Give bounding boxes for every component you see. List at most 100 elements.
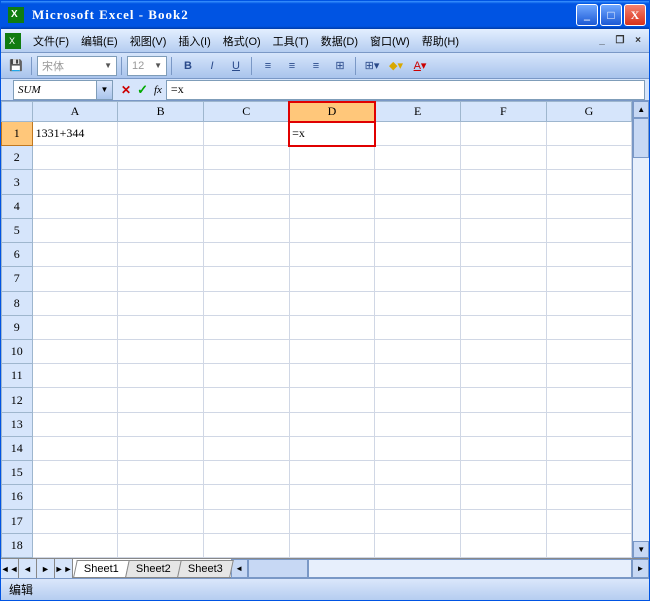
cell-C5[interactable] xyxy=(203,218,289,242)
cell-B15[interactable] xyxy=(118,461,204,485)
menu-help[interactable]: 帮助(H) xyxy=(416,30,465,52)
cell-C18[interactable] xyxy=(203,533,289,557)
col-header-B[interactable]: B xyxy=(118,102,204,122)
menu-format[interactable]: 格式(O) xyxy=(217,30,267,52)
scroll-thumb[interactable] xyxy=(633,118,649,158)
cell-B17[interactable] xyxy=(118,509,204,533)
cell-D13[interactable] xyxy=(289,412,375,436)
row-header-6[interactable]: 6 xyxy=(2,243,33,267)
row-header-9[interactable]: 9 xyxy=(2,315,33,339)
menu-data[interactable]: 数据(D) xyxy=(315,30,364,52)
row-header-16[interactable]: 16 xyxy=(2,485,33,509)
mdi-minimize[interactable]: _ xyxy=(595,34,609,48)
cell-D5[interactable] xyxy=(289,218,375,242)
col-header-D[interactable]: D xyxy=(289,102,375,122)
tab-nav-next[interactable]: ► xyxy=(37,559,55,578)
row-header-1[interactable]: 1 xyxy=(2,122,33,146)
cell-G6[interactable] xyxy=(546,243,632,267)
cell-C15[interactable] xyxy=(203,461,289,485)
cell-B16[interactable] xyxy=(118,485,204,509)
borders-icon[interactable]: ⊞▾ xyxy=(361,56,383,76)
cell-D11[interactable] xyxy=(289,364,375,388)
cell-A1[interactable]: 1331+344 xyxy=(32,122,118,146)
menu-insert[interactable]: 插入(I) xyxy=(172,30,216,52)
cell-C4[interactable] xyxy=(203,194,289,218)
cell-A15[interactable] xyxy=(32,461,118,485)
tab-sheet3[interactable]: Sheet3 xyxy=(177,560,233,577)
cell-B11[interactable] xyxy=(118,364,204,388)
row-header-4[interactable]: 4 xyxy=(2,194,33,218)
hscroll-thumb[interactable] xyxy=(248,559,308,578)
cell-E4[interactable] xyxy=(375,194,461,218)
cell-D7[interactable] xyxy=(289,267,375,291)
name-box[interactable]: SUM ▼ xyxy=(13,80,113,100)
tab-sheet2[interactable]: Sheet2 xyxy=(125,560,181,577)
cell-A2[interactable] xyxy=(32,146,118,170)
cell-E13[interactable] xyxy=(375,412,461,436)
formula-input[interactable]: =x xyxy=(166,80,645,100)
bold-button[interactable]: B xyxy=(177,56,199,76)
cell-A5[interactable] xyxy=(32,218,118,242)
cell-G15[interactable] xyxy=(546,461,632,485)
cell-B13[interactable] xyxy=(118,412,204,436)
cell-C1[interactable] xyxy=(203,122,289,146)
cell-F11[interactable] xyxy=(460,364,546,388)
cell-D15[interactable] xyxy=(289,461,375,485)
cell-A14[interactable] xyxy=(32,436,118,460)
document-icon[interactable] xyxy=(5,33,21,49)
save-icon[interactable]: 💾 xyxy=(5,56,27,76)
menu-tools[interactable]: 工具(T) xyxy=(267,30,315,52)
cell-G1[interactable] xyxy=(546,122,632,146)
font-select[interactable]: 宋体▼ xyxy=(37,56,117,76)
cell-C6[interactable] xyxy=(203,243,289,267)
cell-D8[interactable] xyxy=(289,291,375,315)
mdi-close[interactable]: × xyxy=(631,34,645,48)
cell-G3[interactable] xyxy=(546,170,632,194)
font-size-select[interactable]: 12▼ xyxy=(127,56,167,76)
cell-C12[interactable] xyxy=(203,388,289,412)
row-header-7[interactable]: 7 xyxy=(2,267,33,291)
cell-G14[interactable] xyxy=(546,436,632,460)
cell-C2[interactable] xyxy=(203,146,289,170)
cell-C17[interactable] xyxy=(203,509,289,533)
cell-D2[interactable] xyxy=(289,146,375,170)
cell-C11[interactable] xyxy=(203,364,289,388)
vertical-scrollbar[interactable]: ▲ ▼ xyxy=(632,101,649,558)
cell-E1[interactable] xyxy=(375,122,461,146)
cell-E2[interactable] xyxy=(375,146,461,170)
cell-A8[interactable] xyxy=(32,291,118,315)
cell-E3[interactable] xyxy=(375,170,461,194)
cell-B14[interactable] xyxy=(118,436,204,460)
tab-nav-last[interactable]: ►► xyxy=(55,559,73,578)
fill-color-icon[interactable]: ◆▾ xyxy=(385,56,407,76)
row-header-11[interactable]: 11 xyxy=(2,364,33,388)
cell-C13[interactable] xyxy=(203,412,289,436)
scroll-down-icon[interactable]: ▼ xyxy=(633,541,649,558)
cell-F15[interactable] xyxy=(460,461,546,485)
cell-B9[interactable] xyxy=(118,315,204,339)
menu-edit[interactable]: 编辑(E) xyxy=(75,30,124,52)
cell-D4[interactable] xyxy=(289,194,375,218)
tab-nav-prev[interactable]: ◄ xyxy=(19,559,37,578)
cell-C7[interactable] xyxy=(203,267,289,291)
row-header-18[interactable]: 18 xyxy=(2,533,33,557)
cell-A4[interactable] xyxy=(32,194,118,218)
merge-icon[interactable]: ⊞ xyxy=(329,56,351,76)
cell-F7[interactable] xyxy=(460,267,546,291)
cell-E7[interactable] xyxy=(375,267,461,291)
cell-B5[interactable] xyxy=(118,218,204,242)
cell-G7[interactable] xyxy=(546,267,632,291)
cell-G4[interactable] xyxy=(546,194,632,218)
minimize-button[interactable]: _ xyxy=(576,4,598,26)
scroll-up-icon[interactable]: ▲ xyxy=(633,101,649,118)
cell-F14[interactable] xyxy=(460,436,546,460)
cell-E12[interactable] xyxy=(375,388,461,412)
tab-nav-first[interactable]: ◄◄ xyxy=(1,559,19,578)
tab-sheet1[interactable]: Sheet1 xyxy=(73,560,129,577)
cell-E17[interactable] xyxy=(375,509,461,533)
cell-C14[interactable] xyxy=(203,436,289,460)
cell-G11[interactable] xyxy=(546,364,632,388)
cell-C3[interactable] xyxy=(203,170,289,194)
cell-D9[interactable] xyxy=(289,315,375,339)
cell-D12[interactable] xyxy=(289,388,375,412)
